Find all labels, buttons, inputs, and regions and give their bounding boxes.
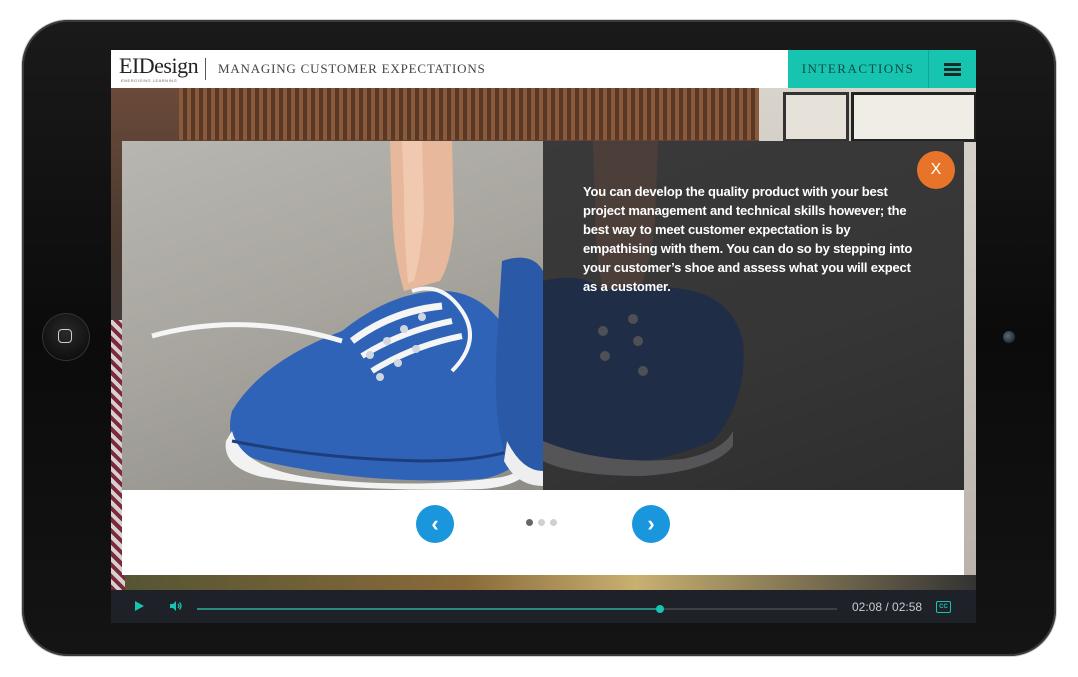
course-title: MANAGING CUSTOMER EXPECTATIONS	[218, 61, 486, 76]
background-blinds	[179, 88, 759, 140]
pagination-dot[interactable]	[526, 519, 533, 526]
interactions-button[interactable]: INTERACTIONS	[788, 50, 929, 88]
header-divider	[205, 58, 206, 80]
top-header: EIDesign ENERGISING LEARNING MANAGING CU…	[111, 50, 976, 88]
content-modal: You can develop the quality product with…	[122, 141, 964, 575]
camera-icon	[1003, 331, 1015, 343]
progress-track[interactable]	[197, 605, 837, 613]
logo-tagline: ENERGISING LEARNING	[121, 78, 178, 83]
pagination-dot[interactable]	[538, 519, 545, 526]
progress-handle[interactable]	[656, 605, 665, 613]
time-display: 02:08 / 02:58	[852, 600, 923, 614]
screen: EIDesign ENERGISING LEARNING MANAGING CU…	[111, 50, 976, 623]
home-square-icon	[58, 329, 72, 343]
shoe-illustration	[151, 141, 543, 490]
logo-text: EIDesign	[119, 53, 199, 78]
pagination-dot[interactable]	[550, 519, 557, 526]
closed-captions-button[interactable]: CC	[936, 601, 951, 613]
play-icon[interactable]	[133, 600, 145, 612]
background-floor	[125, 575, 976, 590]
hamburger-icon	[944, 61, 961, 78]
slide-pagination	[526, 519, 557, 526]
slide-body-text: You can develop the quality product with…	[583, 184, 913, 294]
shoe-photo	[122, 141, 543, 490]
next-slide-button[interactable]: ›	[632, 505, 670, 543]
background-frame	[851, 92, 976, 142]
media-player-bar: 02:08 / 02:58 CC	[111, 590, 976, 623]
background-frame	[783, 92, 849, 142]
eidesign-logo: EIDesign ENERGISING LEARNING	[119, 53, 199, 84]
progress-fill	[197, 608, 661, 610]
close-button[interactable]: X	[917, 151, 955, 189]
home-button[interactable]	[42, 313, 90, 361]
previous-slide-button[interactable]: ‹	[416, 505, 454, 543]
volume-icon[interactable]	[169, 600, 183, 612]
menu-button[interactable]	[929, 50, 976, 88]
